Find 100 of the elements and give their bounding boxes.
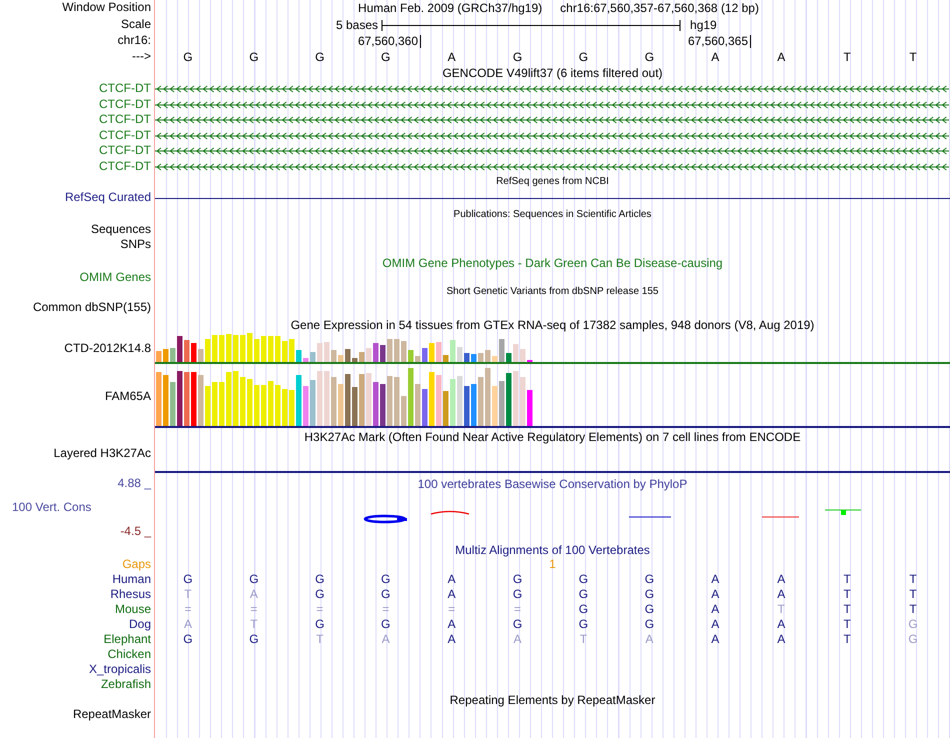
species-label: Dog xyxy=(128,617,151,632)
track-label: Sequences xyxy=(90,222,151,237)
aligned-base: T xyxy=(184,587,192,602)
aligned-base: G xyxy=(512,572,522,587)
base-letter: G xyxy=(578,50,588,64)
track-label: CTCF-DT xyxy=(99,128,151,143)
base-letter: T xyxy=(843,50,851,64)
aligned-base: G xyxy=(249,632,259,647)
aligned-base: G xyxy=(578,617,588,632)
aligned-base: A xyxy=(777,572,786,587)
aligned-base: T xyxy=(843,587,851,602)
aligned-base: A xyxy=(448,587,456,602)
track-label: RepeatMasker xyxy=(72,707,151,722)
aligned-base: T xyxy=(316,632,324,647)
track-title: RefSeq genes from NCBI xyxy=(496,175,609,189)
aligned-base: G xyxy=(644,617,654,632)
aligned-base: = xyxy=(448,602,456,617)
aligned-base: G xyxy=(644,602,654,617)
track-label: OMIM Genes xyxy=(80,270,151,285)
track-label: 100 Vert. Cons xyxy=(11,500,92,515)
aligned-base: = xyxy=(382,602,390,617)
track-label: chr16: xyxy=(118,33,151,48)
aligned-base: = xyxy=(250,602,258,617)
aligned-base: G xyxy=(381,572,390,587)
track-label: RefSeq Curated xyxy=(64,190,151,205)
aligned-base: A xyxy=(645,632,654,647)
aligned-base: G xyxy=(578,602,588,617)
aligned-base: G xyxy=(249,572,259,587)
aligned-base: T xyxy=(843,572,851,587)
species-label: Chicken xyxy=(108,647,151,662)
aligned-base: A xyxy=(448,632,456,647)
aligned-base: A xyxy=(448,617,456,632)
aligned-base: A xyxy=(382,632,390,647)
species-label: Zebrafish xyxy=(100,677,151,692)
aligned-base: T xyxy=(250,617,258,632)
aligned-base: = xyxy=(316,602,324,617)
aligned-base: G xyxy=(512,587,522,602)
position-text: chr16:67,560,357-67,560,368 (12 bp) xyxy=(560,1,759,16)
aligned-base: G xyxy=(381,617,390,632)
track-label: CTCF-DT xyxy=(99,81,151,96)
aligned-base: G xyxy=(644,587,654,602)
aligned-base: A xyxy=(777,632,786,647)
species-label: Elephant xyxy=(104,632,151,647)
aligned-base: G xyxy=(381,587,390,602)
aligned-base: T xyxy=(909,587,917,602)
assembly-db-text: hg19 xyxy=(690,18,717,32)
aligned-base: A xyxy=(448,572,456,587)
base-letter: A xyxy=(448,50,456,64)
track-title: Publications: Sequences in Scientific Articles xyxy=(454,208,652,222)
track-label: Scale xyxy=(120,17,151,32)
base-letter: G xyxy=(512,50,522,64)
aligned-base: A xyxy=(514,632,522,647)
track-label: CTD-2012K14.8 xyxy=(64,341,151,356)
aligned-base: T xyxy=(580,632,588,647)
aligned-base: G xyxy=(315,572,324,587)
track-label: Window Position xyxy=(62,0,151,15)
aligned-base: G xyxy=(512,617,522,632)
aligned-base: G xyxy=(578,587,588,602)
aligned-base: G xyxy=(315,617,324,632)
aligned-base: T xyxy=(909,602,917,617)
axis-max-label: 4.88 _ xyxy=(118,476,151,491)
coordinate-text: 67,560,365 xyxy=(688,34,748,48)
aligned-base: A xyxy=(711,587,720,602)
aligned-base: A xyxy=(184,617,192,632)
base-letter: A xyxy=(711,50,720,64)
aligned-base: G xyxy=(644,572,654,587)
track-label: ---> xyxy=(132,49,151,64)
ruler-tick xyxy=(420,34,421,48)
species-label: X_tropicalis xyxy=(88,662,151,677)
track-title: Repeating Elements by RepeatMasker xyxy=(450,692,656,706)
axis-min-label: -4.5 _ xyxy=(120,524,151,539)
aligned-base: G xyxy=(908,617,918,632)
aligned-base: T xyxy=(843,632,851,647)
aligned-base: G xyxy=(183,572,193,587)
aligned-base: T xyxy=(843,617,851,632)
gap-count: 1 xyxy=(549,557,556,572)
track-title: Gene Expression in 54 tissues from GTEx RNA-seq of 17382 samples, 948 donors (V8, Aug 2019) xyxy=(290,318,814,332)
track-label: SNPs xyxy=(120,237,151,252)
track-title: H3K27Ac Mark (Often Found Near Active Regulatory Elements) on 7 cell lines from ENCODE xyxy=(304,430,801,444)
assembly-text: Human Feb. 2009 (GRCh37/hg19) xyxy=(358,1,542,16)
aligned-base: G xyxy=(578,572,588,587)
aligned-base: A xyxy=(777,617,786,632)
aligned-base: G xyxy=(183,632,193,647)
aligned-base: A xyxy=(711,602,720,617)
base-letter: G xyxy=(249,50,259,64)
base-letter: G xyxy=(183,50,193,64)
aligned-base: T xyxy=(778,602,785,617)
track-title: Short Genetic Variants from dbSNP release 155 xyxy=(446,285,658,299)
track-label: CTCF-DT xyxy=(99,112,151,127)
species-label: Rhesus xyxy=(110,587,151,602)
aligned-base: G xyxy=(908,632,918,647)
scale-text: 5 bases xyxy=(336,18,378,32)
track-label: Common dbSNP(155) xyxy=(32,300,151,315)
track-label: Layered H3K27Ac xyxy=(54,446,151,461)
aligned-base: T xyxy=(909,572,917,587)
track-title: GENCODE V49lift37 (6 items filtered out) xyxy=(442,66,663,80)
track-label: CTCF-DT xyxy=(99,97,151,112)
aligned-base: A xyxy=(777,587,786,602)
track-title: Multiz Alignments of 100 Vertebrates xyxy=(455,543,650,557)
aligned-base: T xyxy=(843,602,851,617)
